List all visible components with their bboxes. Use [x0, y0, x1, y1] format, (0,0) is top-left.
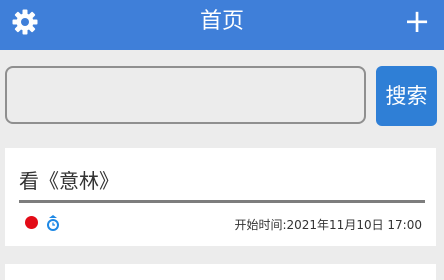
- gear-icon: [12, 9, 38, 35]
- start-time: 开始时间:2021年11月10日 17:00: [234, 218, 422, 232]
- search-button[interactable]: 搜索: [376, 66, 437, 126]
- plus-icon: +: [403, 2, 431, 40]
- task-title: 看《意林》: [19, 169, 119, 193]
- search-input[interactable]: [5, 66, 366, 124]
- add-button[interactable]: +: [402, 5, 432, 38]
- clock-icon: [47, 215, 59, 231]
- task-card[interactable]: [5, 264, 436, 280]
- settings-button[interactable]: [10, 7, 40, 37]
- divider: [19, 200, 425, 203]
- task-card[interactable]: 看《意林》 开始时间:2021年11月10日 17:00: [5, 148, 436, 246]
- page-title: 首页: [199, 9, 244, 34]
- status-dot: [25, 216, 38, 229]
- app-header: 首页 +: [0, 0, 444, 50]
